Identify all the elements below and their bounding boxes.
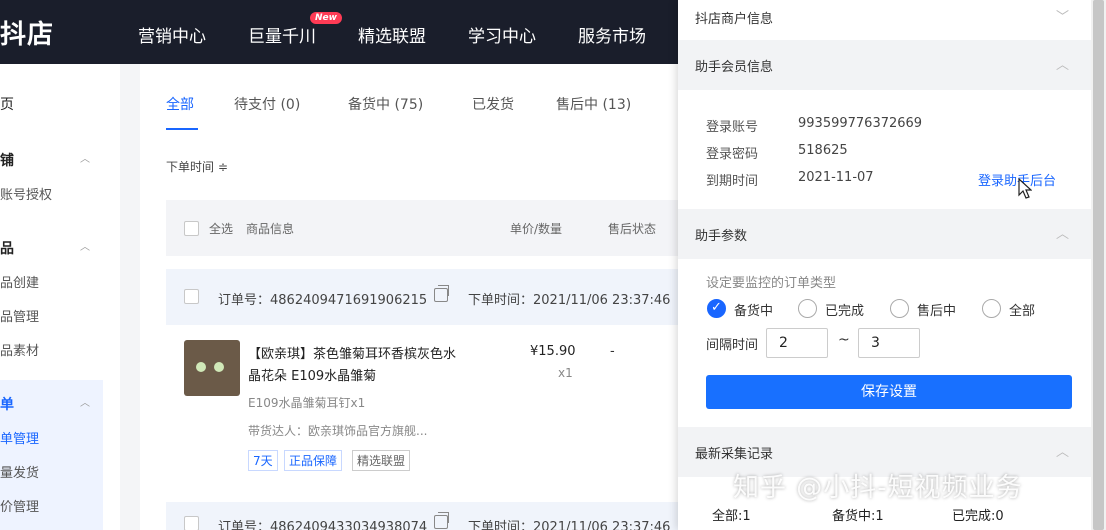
column-after-sale: 售后状态: [608, 222, 657, 236]
copy-icon[interactable]: [434, 512, 449, 529]
order-checkbox[interactable]: [184, 289, 199, 304]
chevron-up-icon[interactable]: ︿: [80, 238, 90, 253]
column-goods-info: 商品信息: [246, 222, 295, 236]
sidebar-group-shop[interactable]: 铺: [0, 150, 14, 170]
after-sale-status: -: [610, 344, 615, 359]
record-completed: 已完成:0: [952, 509, 1004, 524]
section-params[interactable]: 助手参数 ︿: [678, 209, 1091, 259]
save-settings-button[interactable]: 保存设置: [706, 375, 1072, 409]
unit-price: ¥15.90: [530, 344, 576, 359]
select-all-checkbox[interactable]: [184, 221, 199, 236]
sidebar-item-goods-material[interactable]: 品素材: [0, 340, 39, 359]
select-all-label: 全选: [209, 222, 234, 236]
sidebar-item-price-manage[interactable]: 价管理: [0, 496, 39, 515]
column-price-qty: 单价/数量: [510, 222, 563, 236]
nav-learning-center[interactable]: 学习中心: [468, 22, 536, 47]
tab-shipped[interactable]: 已发货: [472, 94, 514, 114]
copy-icon[interactable]: [434, 285, 449, 302]
tag-alliance: 精选联盟: [352, 450, 411, 471]
product-spec: E109水晶雏菊耳钉x1: [248, 396, 366, 410]
assistant-plugin-panel: 抖店商户信息 ﹀ 助手会员信息 ︿ 登录账号 993599776372669 登…: [678, 0, 1091, 530]
sidebar-item-goods-create[interactable]: 品创建: [0, 272, 39, 291]
mouse-cursor-icon: [1018, 178, 1032, 199]
password-label: 登录密码: [706, 147, 759, 162]
new-badge: New: [310, 12, 342, 24]
interval-min-input[interactable]: [766, 328, 828, 358]
chevron-up-icon[interactable]: ︿: [1056, 223, 1069, 242]
tab-stocking[interactable]: 备货中 (75): [348, 94, 423, 114]
nav-qianchuan[interactable]: 巨量千川: [248, 22, 316, 47]
password-value: 518625: [798, 143, 848, 158]
interval-label: 间隔时间: [706, 338, 759, 353]
radio-completed[interactable]: [798, 299, 817, 318]
range-separator: ~: [838, 332, 850, 348]
chevron-up-icon[interactable]: ︿: [80, 150, 90, 165]
chevron-up-icon[interactable]: ︿: [1056, 441, 1069, 460]
sidebar-group-goods[interactable]: 品: [0, 238, 14, 258]
chevron-down-icon[interactable]: ﹀: [1056, 6, 1069, 25]
product-talent: 带货达人：欧亲琪饰品官方旗舰...: [248, 424, 428, 438]
radio-after-sale[interactable]: [890, 299, 909, 318]
chevron-up-icon[interactable]: ︿: [80, 394, 90, 409]
interval-max-input[interactable]: [858, 328, 920, 358]
sidebar-item-account-auth[interactable]: 账号授权: [0, 184, 52, 203]
product-title[interactable]: 【欧亲琪】茶色雏菊耳环香槟灰色水晶花朵 E109水晶雏菊: [248, 344, 460, 388]
sidebar-item-home[interactable]: 页: [0, 94, 14, 114]
record-total: 全部:1: [712, 509, 751, 524]
sidebar-item-order-manage[interactable]: 单管理: [0, 428, 39, 447]
sort-by-order-time[interactable]: 下单时间 ≑: [166, 158, 228, 175]
section-title: 抖店商户信息: [695, 12, 774, 27]
tab-all[interactable]: 全部: [166, 94, 194, 114]
radio-stocking[interactable]: [707, 299, 726, 318]
order-time: 下单时间：2021/11/06 23:37:46: [468, 520, 671, 530]
section-shop-info[interactable]: 抖店商户信息 ﹀: [678, 0, 1091, 42]
expire-value: 2021-11-07: [798, 170, 874, 185]
scrollbar-thumb[interactable]: [1093, 0, 1104, 530]
nav-alliance[interactable]: 精选联盟: [358, 22, 426, 47]
nav-service-market[interactable]: 服务市场: [578, 22, 646, 47]
login-admin-link[interactable]: 登录助手后台: [978, 170, 1056, 189]
tag-7-day: 7天: [248, 450, 278, 471]
radio-label-all: 全部: [1009, 304, 1036, 319]
product-thumbnail[interactable]: [184, 340, 240, 396]
order-time: 下单时间：2021/11/06 23:37:46: [468, 293, 671, 308]
order-type-hint: 设定要监控的订单类型: [706, 276, 837, 291]
watermark: 知乎 @小抖-短视频业务: [733, 473, 1023, 503]
sidebar-item-batch-ship[interactable]: 量发货: [0, 462, 39, 481]
radio-label-stocking: 备货中: [734, 304, 774, 319]
section-title: 助手参数: [695, 229, 748, 244]
record-stocking: 备货中:1: [832, 509, 884, 524]
radio-label-completed: 已完成: [825, 304, 865, 319]
app-logo[interactable]: 抖店: [0, 14, 54, 51]
chevron-up-icon[interactable]: ︿: [1056, 54, 1069, 73]
order-header-row: 订单号：4862409433034938074 下单时间：2021/11/06 …: [166, 502, 686, 530]
section-member-info[interactable]: 助手会员信息 ︿: [678, 40, 1091, 90]
sidebar-item-goods-manage[interactable]: 品管理: [0, 306, 39, 325]
expire-label: 到期时间: [706, 174, 759, 189]
order-header-row: 订单号：4862409471691906215 下单时间：2021/11/06 …: [166, 269, 686, 325]
radio-label-after-sale: 售后中: [917, 304, 957, 319]
tag-authentic: 正品保障: [284, 450, 343, 471]
radio-all[interactable]: [982, 299, 1001, 318]
active-tab-indicator: [166, 128, 198, 130]
order-number: 订单号：4862409471691906215: [218, 293, 428, 308]
section-title: 助手会员信息: [695, 60, 774, 75]
order-number: 订单号：4862409433034938074: [218, 520, 428, 530]
account-value: 993599776372669: [798, 116, 923, 131]
order-checkbox[interactable]: [184, 516, 199, 530]
nav-marketing-center[interactable]: 营销中心: [138, 22, 206, 47]
quantity: x1: [558, 366, 573, 380]
tab-after-sale[interactable]: 售后中 (13): [556, 94, 631, 114]
order-list-panel: 全部 待支付 (0) 备货中 (75) 已发货 售后中 (13) 下单时间 ≑ …: [140, 64, 686, 530]
sidebar-group-order[interactable]: 单: [0, 394, 14, 414]
left-sidebar: 页 铺 ︿ 账号授权 品 ︿ 品创建 品管理 品素材 单 ︿ 单管理 量发货 价…: [0, 64, 120, 530]
account-label: 登录账号: [706, 120, 759, 135]
table-header: 全选 商品信息 单价/数量 售后状态: [166, 200, 686, 256]
section-title: 最新采集记录: [695, 447, 774, 462]
tab-pending-payment[interactable]: 待支付 (0): [234, 94, 300, 114]
